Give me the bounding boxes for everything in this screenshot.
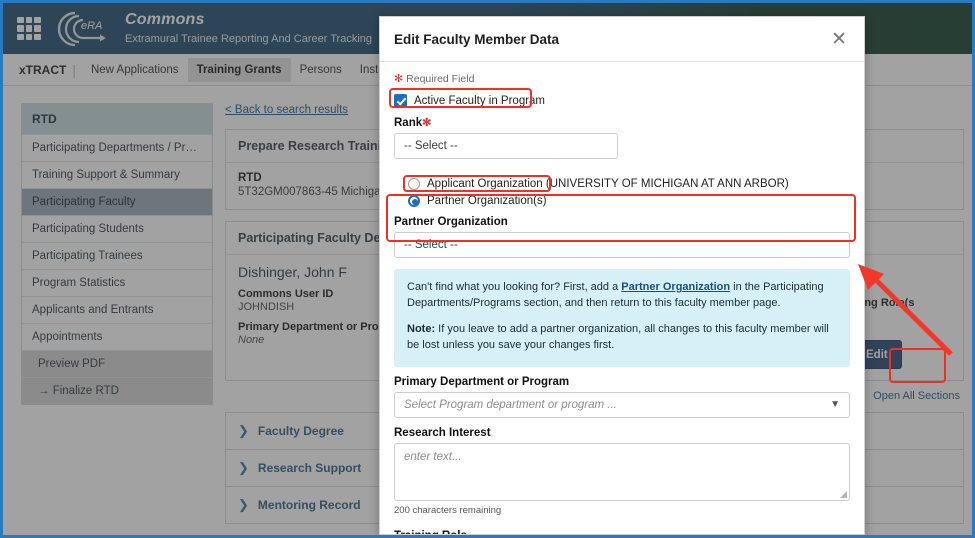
partner-organization-info-box: Can't find what you looking for? First, … [394, 269, 850, 367]
rank-select[interactable]: -- Select -- [394, 133, 618, 159]
modal-body: ✻ Required Field Active Faculty in Progr… [380, 62, 864, 534]
partner-organization-label: Partner Organization [394, 216, 508, 228]
chevron-right-icon: ❯ [238, 460, 249, 475]
note-label: Note: [407, 322, 436, 335]
sidebar-item-participating-faculty[interactable]: Participating Faculty [22, 189, 212, 216]
app-window: eRA Commons Extramural Trainee Reporting… [0, 0, 975, 538]
app-name-label: xTRACT [19, 62, 67, 77]
required-field-note: ✻ Required Field [394, 72, 850, 85]
era-logo-icon: eRA [55, 9, 111, 49]
info-line-1: Can't find what you looking for? First, … [407, 280, 837, 312]
tab-persons[interactable]: Persons [291, 58, 351, 82]
back-to-search-results-link[interactable]: < Back to search results [225, 104, 348, 116]
partner-organization-select[interactable]: -- Select -- [394, 232, 850, 258]
info-line-1-pre: Can't find what you looking for? First, … [407, 281, 622, 293]
active-faculty-label: Active Faculty in Program [414, 94, 546, 107]
apps-grid-icon[interactable] [17, 16, 41, 41]
rank-field-label: Rank✻ [394, 116, 850, 129]
partner-organization-link[interactable]: Partner Organization [621, 281, 730, 293]
sidebar-item-participating-trainees[interactable]: Participating Trainees [22, 243, 212, 270]
partner-organizations-radio[interactable] [408, 195, 420, 207]
primary-dept-field-label: Primary Department or Program [394, 375, 570, 388]
edit-button-label: Edit [866, 348, 888, 361]
brand-subtitle: Extramural Trainee Reporting And Career … [125, 32, 373, 45]
research-interest-field-label: Research Interest [394, 426, 491, 439]
partner-organizations-radio-row[interactable]: Partner Organization(s) [394, 195, 850, 207]
accordion-faculty-degree-label: Faculty Degree [257, 424, 344, 438]
info-note: Note: If you leave to add a partner orga… [407, 322, 837, 354]
sidebar-item-appointments[interactable]: Appointments [22, 324, 212, 351]
active-faculty-checkbox[interactable] [394, 94, 407, 107]
applicant-organization-radio-row[interactable]: Applicant Organization (UNIVERSITY OF MI… [394, 178, 850, 190]
sidebar-item-finalize-rtd[interactable]: → Finalize RTD [22, 378, 212, 404]
research-interest-placeholder: enter text... [404, 450, 462, 463]
partner-organization-select-value: -- Select -- [404, 239, 458, 251]
brand-title: Commons [125, 11, 205, 29]
active-faculty-checkbox-row[interactable]: Active Faculty in Program [394, 94, 850, 107]
sidebar-item-training-support[interactable]: Training Support & Summary [22, 162, 212, 189]
primary-dept-select[interactable]: Select Program department or program ...… [394, 391, 850, 418]
training-role-field-label: Training Role [394, 530, 850, 534]
required-field-label: Required Field [406, 73, 475, 85]
primary-dept-placeholder: Select Program department or program ... [404, 398, 617, 411]
characters-remaining-note: 200 characters remaining [394, 504, 502, 516]
chevron-down-icon: ▼ [830, 399, 840, 411]
rank-label-text: Rank [394, 117, 423, 129]
chevron-right-icon: ❯ [238, 423, 249, 438]
required-asterisk-icon: ✻ [394, 73, 404, 85]
partner-organizations-label: Partner Organization(s) [427, 195, 547, 207]
required-asterisk-icon: ✻ [422, 117, 432, 129]
sidebar-item-preview-pdf[interactable]: Preview PDF [22, 351, 212, 378]
modal-header: Edit Faculty Member Data ✕ [380, 17, 864, 62]
chevron-right-icon: ❯ [238, 497, 249, 512]
close-icon[interactable]: ✕ [828, 28, 850, 51]
section-sidebar: RTD Participating Departments / Programs… [21, 103, 213, 405]
svg-text:eRA: eRA [81, 20, 102, 32]
modal-title: Edit Faculty Member Data [394, 31, 560, 47]
accordion-mentoring-record-label: Mentoring Record [257, 498, 361, 512]
applicant-organization-label: Applicant Organization (UNIVERSITY OF MI… [427, 178, 789, 190]
tab-training-grants[interactable]: Training Grants [187, 57, 291, 82]
edit-faculty-member-modal: Edit Faculty Member Data ✕ ✻ Required Fi… [379, 16, 865, 535]
sidebar-item-applicants-entrants[interactable]: Applicants and Entrants [22, 297, 212, 324]
research-interest-textarea[interactable]: enter text... [394, 442, 850, 501]
sidebar-item-rtd: RTD [22, 104, 212, 135]
applicant-organization-radio[interactable] [408, 178, 420, 190]
tab-new-applications[interactable]: New Applications [82, 58, 188, 82]
sidebar-item-participating-students[interactable]: Participating Students [22, 216, 212, 243]
tab-divider: | [72, 61, 76, 78]
note-text: If you leave to add a partner organizati… [407, 322, 829, 351]
rank-select-value: -- Select -- [404, 140, 458, 152]
accordion-research-support-label: Research Support [257, 461, 362, 475]
sidebar-item-program-statistics[interactable]: Program Statistics [22, 270, 212, 297]
sidebar-item-participating-departments[interactable]: Participating Departments / Programs [22, 135, 212, 162]
